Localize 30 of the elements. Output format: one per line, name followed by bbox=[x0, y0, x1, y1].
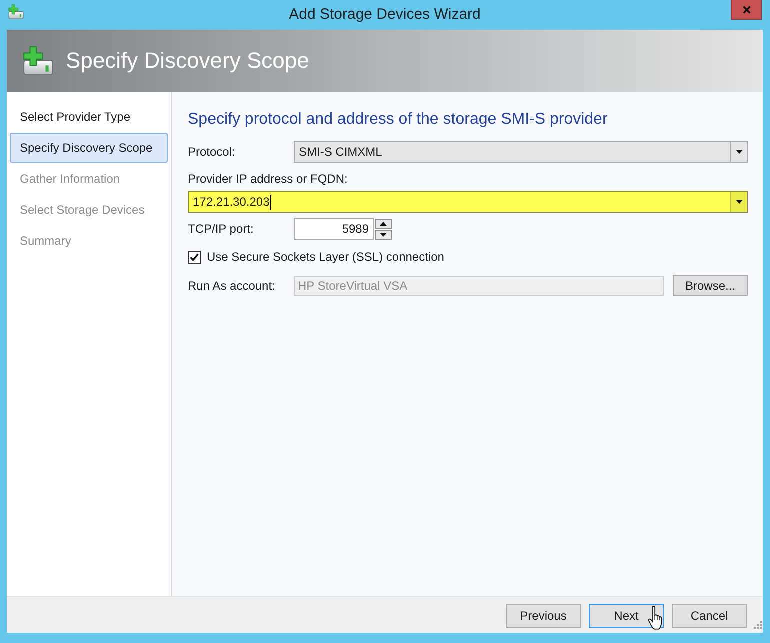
close-button[interactable] bbox=[731, 0, 762, 20]
spin-down-button[interactable] bbox=[375, 230, 392, 240]
field-label: Run As account: bbox=[188, 278, 276, 294]
checkbox-label: Use Secure Sockets Layer (SSL) connection bbox=[207, 250, 444, 264]
field-label: TCP/IP port: bbox=[188, 221, 255, 238]
down-arrow-icon bbox=[380, 232, 387, 236]
checkbox[interactable] bbox=[188, 250, 201, 264]
dropdown-arrow-icon bbox=[736, 150, 742, 154]
wizard-button[interactable]: Next bbox=[589, 604, 664, 628]
up-arrow-icon bbox=[380, 222, 387, 226]
resize-grip-icon bbox=[752, 621, 762, 631]
spin-up-button[interactable] bbox=[375, 218, 392, 228]
dropdown-arrow-icon bbox=[736, 200, 742, 204]
dropdown[interactable]: SMI-S CIMXML bbox=[294, 141, 748, 163]
field-label: Provider IP address or FQDN: bbox=[188, 172, 349, 186]
close-icon bbox=[742, 6, 750, 14]
text-caret-icon bbox=[270, 194, 271, 210]
wizard-button[interactable]: Previous bbox=[506, 604, 581, 628]
header-title: Specify Discovery Scope bbox=[66, 47, 310, 75]
hand-cursor-icon bbox=[648, 606, 664, 630]
number-field[interactable]: 5989 bbox=[294, 218, 374, 240]
section-heading: Specify protocol and address of the storage SMI-S provider bbox=[188, 110, 609, 130]
combo-box[interactable]: 172.21.30.203 bbox=[188, 191, 748, 213]
drive-plus-icon bbox=[8, 4, 24, 20]
drive-plus-icon bbox=[22, 46, 54, 76]
wizard-button[interactable]: Cancel bbox=[672, 604, 747, 628]
wizard-step[interactable]: Select Provider Type bbox=[10, 102, 168, 132]
window-title: Add Storage Devices Wizard bbox=[288, 5, 482, 25]
wizard-step[interactable]: Specify Discovery Scope bbox=[10, 133, 168, 163]
field-label: Protocol: bbox=[188, 144, 236, 161]
